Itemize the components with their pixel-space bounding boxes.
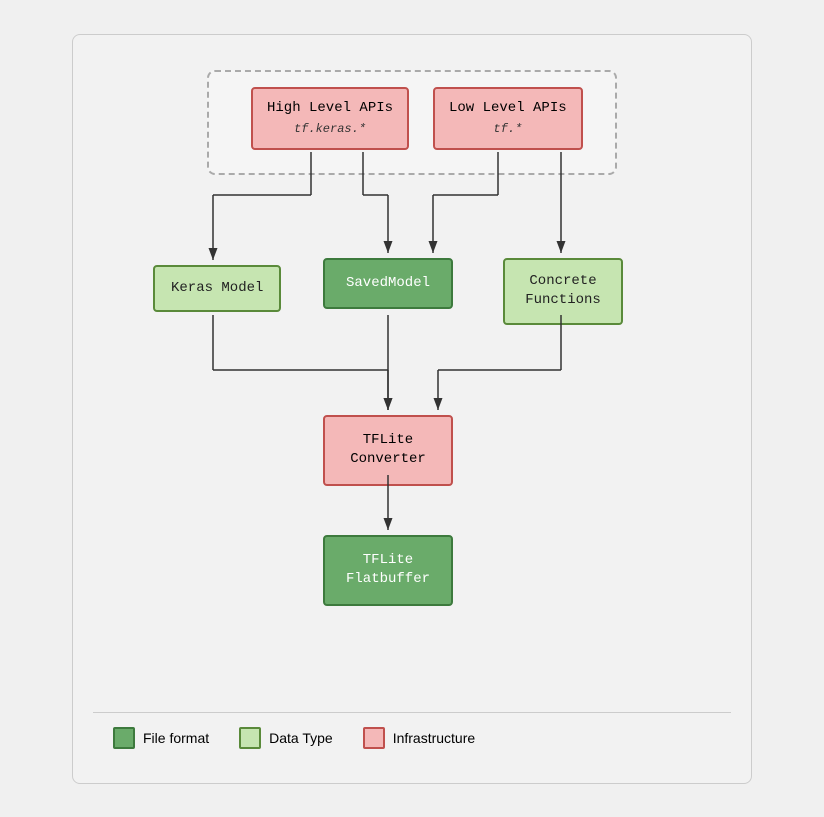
- low-level-api-box: Low Level APIs tf.*: [433, 87, 583, 150]
- keras-model-box: Keras Model: [153, 265, 281, 313]
- concrete-functions-line1: Concrete: [529, 272, 596, 292]
- tflite-converter-box: TFLite Converter: [323, 415, 453, 486]
- tflite-flatbuffer-box: TFLite Flatbuffer: [323, 535, 453, 606]
- legend-item-infrastructure: Infrastructure: [363, 727, 475, 749]
- tflite-converter-line2: Converter: [350, 450, 426, 470]
- low-level-api-title: Low Level APIs: [449, 99, 567, 119]
- keras-model-label: Keras Model: [171, 279, 263, 299]
- concrete-functions-box: Concrete Functions: [503, 258, 623, 325]
- tflite-flatbuffer-line2: Flatbuffer: [346, 570, 430, 590]
- tflite-converter-line1: TFLite: [363, 431, 413, 451]
- legend-swatch-light-green: [239, 727, 261, 749]
- legend-swatch-green: [113, 727, 135, 749]
- high-level-api-subtitle: tf.keras.*: [294, 121, 366, 138]
- legend: File format Data Type Infrastructure: [93, 712, 731, 763]
- diagram-area: High Level APIs tf.keras.* Low Level API…: [93, 65, 731, 702]
- legend-label-infrastructure: Infrastructure: [393, 730, 475, 746]
- tflite-flatbuffer-line1: TFLite: [363, 551, 413, 571]
- saved-model-label: SavedModel: [346, 274, 430, 294]
- high-level-api-title: High Level APIs: [267, 99, 393, 119]
- low-level-api-subtitle: tf.*: [493, 121, 522, 138]
- legend-swatch-pink: [363, 727, 385, 749]
- high-level-api-box: High Level APIs tf.keras.*: [251, 87, 409, 150]
- legend-item-file-format: File format: [113, 727, 209, 749]
- legend-label-file-format: File format: [143, 730, 209, 746]
- concrete-functions-line2: Functions: [525, 291, 601, 311]
- legend-item-data-type: Data Type: [239, 727, 333, 749]
- diagram-card: High Level APIs tf.keras.* Low Level API…: [72, 34, 752, 784]
- legend-label-data-type: Data Type: [269, 730, 333, 746]
- saved-model-box: SavedModel: [323, 258, 453, 310]
